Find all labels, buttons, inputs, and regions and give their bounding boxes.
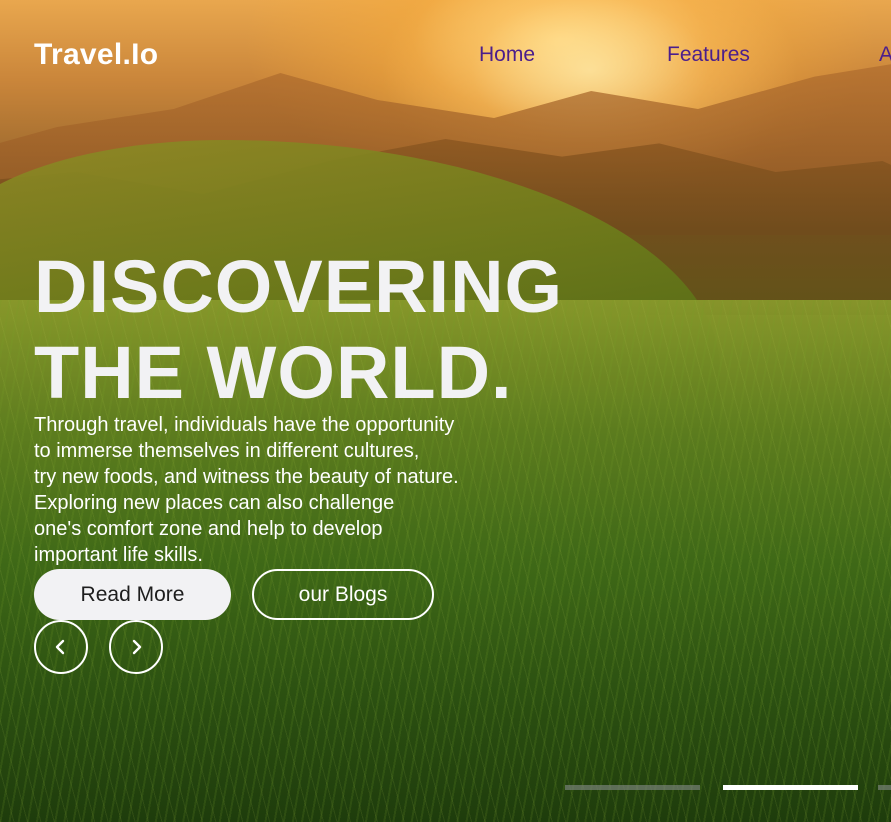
nav-link-features[interactable]: Features: [667, 43, 750, 67]
carousel-prev-button[interactable]: [34, 620, 88, 674]
headline-line-2: THE WORLD.: [34, 331, 513, 414]
carousel-indicator-1[interactable]: [565, 785, 700, 790]
description-line: important life skills.: [34, 544, 203, 566]
nav-link-about[interactable]: About: [879, 43, 891, 67]
our-blogs-button[interactable]: our Blogs: [252, 569, 434, 620]
chevron-right-icon: [132, 639, 142, 655]
hero-description: Through travel, individuals have the opp…: [34, 412, 514, 568]
carousel-indicator-2-active[interactable]: [723, 785, 858, 790]
description-line: Exploring new places can also challenge: [34, 492, 395, 514]
description-line: one's comfort zone and help to develop: [34, 518, 383, 540]
chevron-left-icon: [55, 639, 65, 655]
carousel-indicator-3[interactable]: [878, 785, 891, 790]
hero-headline: DISCOVERING THE WORLD.: [34, 244, 563, 416]
description-line: to immerse themselves in different cultu…: [34, 440, 420, 462]
headline-line-1: DISCOVERING: [34, 245, 564, 328]
main-nav: Home Features About: [0, 43, 891, 73]
read-more-button[interactable]: Read More: [34, 569, 231, 620]
description-line: try new foods, and witness the beauty of…: [34, 466, 459, 488]
nav-link-home[interactable]: Home: [479, 43, 535, 67]
description-line: Through travel, individuals have the opp…: [34, 414, 455, 436]
carousel-next-button[interactable]: [109, 620, 163, 674]
